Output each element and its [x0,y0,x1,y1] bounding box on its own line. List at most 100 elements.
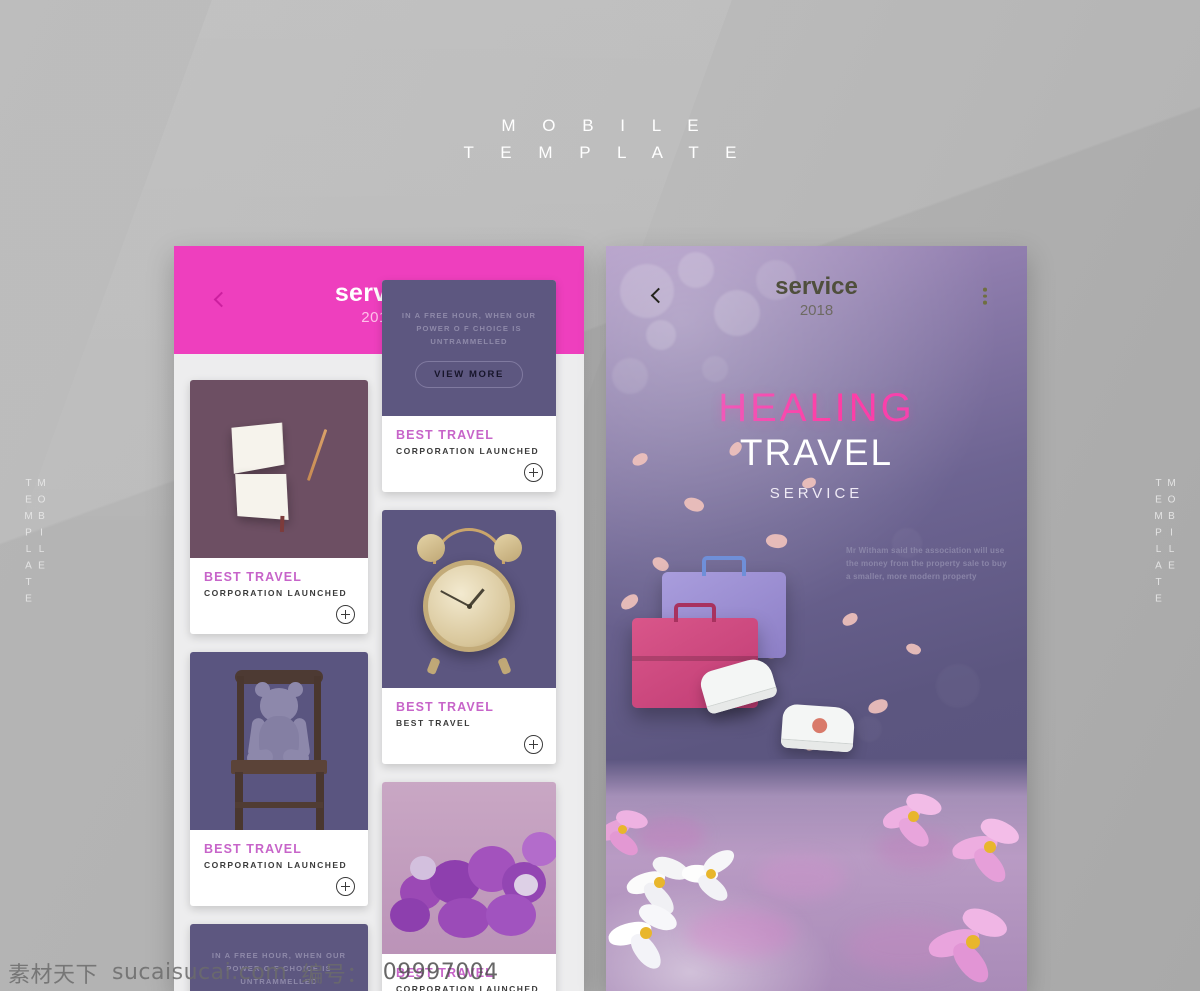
pencil-icon [306,428,328,481]
promo-line-3: UNTRAMMELLED [430,336,508,346]
card-column-left: BEST TRAVEL CORPORATION LAUNCHED BEST TR… [190,380,368,991]
right-app-bar: service 2018 [606,246,1027,346]
flower-bloom [390,898,430,932]
chair-leg [316,772,324,830]
chair-post [314,676,321,762]
promo-line-2: POWER O F CHOICE IS [226,963,332,973]
right-app-bar-titles: service 2018 [775,273,858,319]
flower-center [640,927,652,939]
alarm-clock-image [382,510,556,688]
promo-panel: IN A FREE HOUR, WHEN OUR POWER O F CHOIC… [190,924,368,991]
card-subtitle: CORPORATION LAUNCHED [204,860,348,870]
page-title-line1: M O B I L E [501,116,710,135]
plus-circle-icon[interactable] [336,605,355,624]
card-item[interactable]: BEST TRAVEL CORPORATION LAUNCHED [190,652,368,906]
promo-line-3: UNTRAMMELLED [240,976,318,986]
card-subtitle: CORPORATION LAUNCHED [396,984,540,991]
plus-circle-icon[interactable] [524,463,543,482]
flower-bloom [522,832,556,866]
card-title: BEST TRAVEL [204,570,302,584]
dot [983,294,987,298]
flower-bloom [486,894,536,936]
hero-heading: HEALING TRAVEL SERVICE [606,386,1027,502]
dot [983,300,987,305]
card-body: BEST TRAVEL CORPORATION LAUNCHED [382,954,556,991]
bokeh-circle [702,356,728,382]
clock-bell [417,534,445,562]
chair-seat [231,760,327,774]
plus-circle-icon[interactable] [336,877,355,896]
flower-bloom [438,898,490,938]
card-title: BEST TRAVEL [204,842,302,856]
clock-minute-hand [440,590,470,607]
field-texture [756,855,846,899]
flower-center [908,811,919,822]
flower-center [966,935,980,949]
bokeh-circle [936,664,980,708]
back-icon[interactable] [648,287,666,305]
side-label-left-line1: MOBILE [36,478,47,577]
book-illustration [231,421,328,532]
back-icon[interactable] [210,290,230,310]
open-book-image [190,380,368,558]
hero-line-1: HEALING [606,386,1027,431]
flower-field-image [606,759,1027,991]
field-texture [686,909,796,959]
promo-line-1: IN A FREE HOUR, WHEN OUR [211,950,347,960]
flower-center [654,877,665,888]
book-page-right [235,473,289,520]
view-more-button[interactable]: VIEW MORE [415,360,523,388]
left-phone-mockup: service 2018 BEST TRAVEL CORPORATION LAU… [174,246,584,991]
side-label-right-line2: TEMPLATE [1153,478,1164,610]
clock-face [423,560,515,653]
clock-bell [494,534,522,562]
hero-line-3: SERVICE [769,485,864,502]
more-vertical-icon[interactable] [983,287,987,305]
card-item[interactable]: BEST TRAVEL CORPORATION LAUNCHED [190,380,368,634]
flower-center [984,841,996,853]
side-label-right: MOBILE TEMPLATE [1152,478,1178,610]
flower-center [706,869,716,879]
card-body: BEST TRAVEL BEST TRAVEL [382,688,556,764]
chair-back [235,670,323,684]
suitcase-strap [632,656,758,661]
flower-center [618,825,627,834]
sneaker-right [780,703,856,753]
promo-line-2: POWER O F CHOICE IS [416,323,522,333]
bookmark-ribbon [279,515,285,532]
side-label-left: MOBILE TEMPLATE [22,478,48,610]
side-label-right-line1: MOBILE [1166,478,1177,577]
shoe-logo-icon [811,717,828,734]
chair-post [237,676,244,762]
card-title: BEST TRAVEL [396,700,494,714]
card-item[interactable]: BEST TRAVEL BEST TRAVEL [382,510,556,764]
card-column-right: IN A FREE HOUR, WHEN OUR POWER O F CHOIC… [382,280,556,991]
side-label-left-line2: TEMPLATE [23,478,34,610]
plus-circle-icon[interactable] [524,735,543,754]
card-body: BEST TRAVEL CORPORATION LAUNCHED [190,830,368,906]
hero-line-2: TRAVEL [739,432,894,473]
card-subtitle: BEST TRAVEL [396,718,471,728]
chair-leg [235,772,243,830]
card-grid: BEST TRAVEL CORPORATION LAUNCHED BEST TR… [174,280,584,991]
flower-bloom-light [514,874,538,896]
purple-flowers-image [382,782,556,954]
flower-bloom-light [410,856,436,880]
page-title-line2: T E M P L A T E [463,143,748,162]
hero-body-text: Mr Witham said the association will use … [846,546,1007,581]
card-item[interactable]: IN A FREE HOUR, WHEN OUR POWER O F CHOIC… [382,280,556,492]
card-item[interactable]: BEST TRAVEL CORPORATION LAUNCHED [382,782,556,991]
book-page-left [231,422,285,474]
card-subtitle: CORPORATION LAUNCHED [396,446,540,456]
card-title: BEST TRAVEL [396,966,494,980]
page-title: M O B I L E T E M P L A T E [0,112,1200,166]
chair-rung [235,802,323,808]
right-app-subtitle: 2018 [799,302,834,319]
clock-center-pin [466,603,472,609]
card-subtitle: CORPORATION LAUNCHED [204,588,348,598]
right-phone-mockup: service 2018 HEALING TRAVEL SERVICE Mr W… [606,246,1027,991]
promo-line-1: IN A FREE HOUR, WHEN OUR [401,310,537,320]
dot [983,287,987,292]
card-item[interactable]: IN A FREE HOUR, WHEN OUR POWER O F CHOIC… [190,924,368,991]
card-body: BEST TRAVEL CORPORATION LAUNCHED [190,558,368,634]
